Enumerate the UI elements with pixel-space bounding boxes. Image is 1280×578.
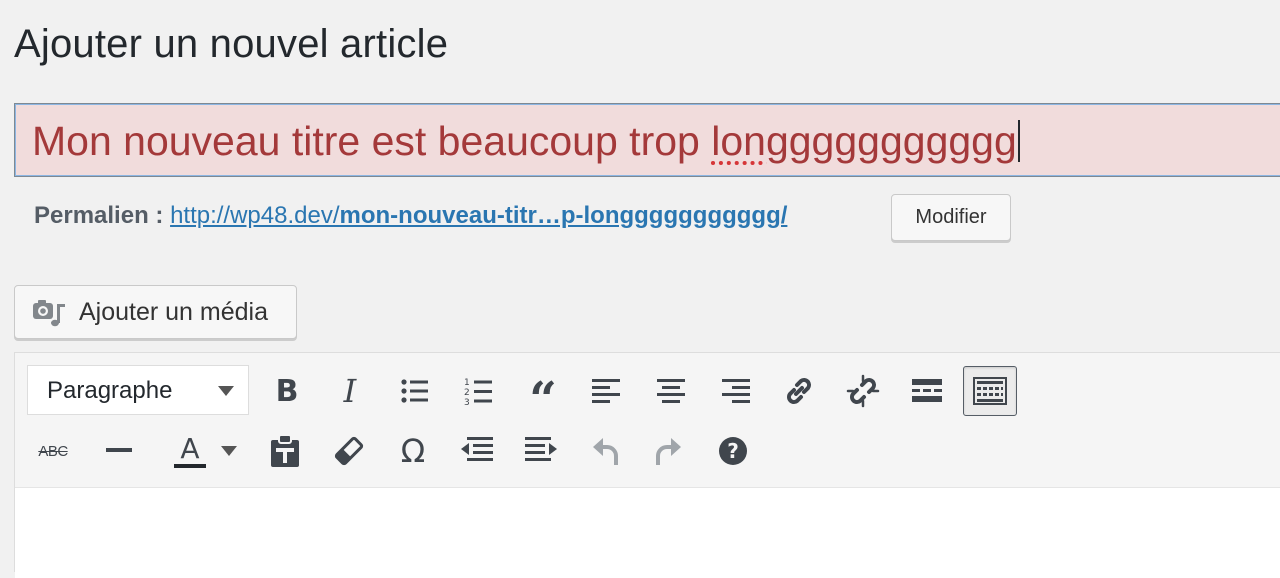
editor-toolbar-row-1: Paragraphe B I 1 2 3 “ [15,363,1280,424]
align-center-button[interactable] [649,369,693,413]
svg-text:2: 2 [464,388,470,398]
outdent-icon [461,437,493,461]
bullet-list-button[interactable] [393,369,437,413]
media-icon [31,294,67,330]
read-more-icon [912,379,942,402]
editor-toolbar-row-2: ABC A Ω ? [15,423,1280,481]
clear-formatting-icon [334,436,364,466]
special-character-button[interactable]: Ω [391,429,435,473]
editor: Paragraphe B I 1 2 3 “ ABC A Ω ? [14,352,1280,578]
paste-text-button[interactable] [263,429,307,473]
blockquote-button[interactable]: “ [521,369,565,424]
unlink-icon [846,374,880,408]
paste-text-icon [271,434,299,467]
chevron-down-icon [218,386,234,396]
numbered-list-icon: 1 2 3 [464,378,492,406]
toolbar-toggle-button[interactable] [963,366,1017,416]
format-select[interactable]: Paragraphe [27,365,249,415]
post-title-misspelled-word: longgggggggggg [711,118,1017,164]
chevron-down-icon [221,446,237,456]
permalink-link[interactable]: http://wp48.dev/mon-nouveau-titr…p-longg… [170,202,787,229]
permalink-url-slug: mon-nouveau-titr…p-longgggggggggg/ [339,202,788,229]
help-glyph: ? [727,439,739,463]
text-caret [1017,120,1020,162]
numbered-list-button[interactable]: 1 2 3 [457,369,501,413]
redo-icon [656,438,681,465]
toolbar-toggle-icon [973,377,1007,405]
permalink-label: Permalien : [34,202,164,229]
svg-text:1: 1 [464,378,470,388]
bold-icon: B [275,373,299,409]
post-title-input[interactable]: Mon nouveau titre est beaucoup trop long… [14,103,1280,177]
blockquote-icon: “ [529,372,557,428]
page-title: Ajouter un nouvel article [14,22,449,66]
bold-button[interactable]: B [265,369,309,413]
permalink-row: Permalien : http://wp48.dev/mon-nouveau-… [34,202,787,230]
link-icon [787,378,811,404]
special-character-icon: Ω [400,432,426,470]
undo-button[interactable] [583,429,627,473]
align-left-button[interactable] [585,369,629,413]
modify-permalink-button[interactable]: Modifier [891,194,1011,241]
link-button[interactable] [777,369,821,413]
indent-icon [525,437,557,461]
permalink-url-base: http://wp48.dev/ [170,202,340,229]
clear-formatting-button[interactable] [327,429,371,473]
strikethrough-button[interactable]: ABC [31,429,75,473]
italic-button[interactable]: I [328,369,372,413]
horizontal-line-icon [106,448,132,452]
format-select-value: Paragraphe [47,377,173,404]
editor-content-area[interactable] [15,487,1280,578]
redo-button[interactable] [647,429,691,473]
align-right-button[interactable] [713,369,757,413]
unlink-button[interactable] [841,369,885,413]
indent-button[interactable] [519,429,563,473]
read-more-button[interactable] [905,369,949,413]
text-color-icon: A [174,434,206,468]
add-media-label: Ajouter un média [79,297,269,326]
text-color-dropdown[interactable] [217,429,241,473]
post-title-text: Mon nouveau titre est beaucoup trop [32,118,712,164]
help-icon: ? [719,437,747,465]
text-color-button[interactable]: A [161,429,219,473]
align-left-icon [592,379,620,403]
outdent-button[interactable] [455,429,499,473]
undo-icon [593,438,618,465]
align-right-icon [722,379,750,403]
align-center-icon [657,379,685,403]
strikethrough-icon: ABC [38,442,68,460]
horizontal-line-button[interactable] [97,429,141,473]
italic-icon: I [343,372,357,410]
bullet-list-icon [401,379,428,403]
svg-text:3: 3 [464,398,470,406]
add-media-button[interactable]: Ajouter un média [14,285,297,339]
help-button[interactable]: ? [711,429,755,473]
